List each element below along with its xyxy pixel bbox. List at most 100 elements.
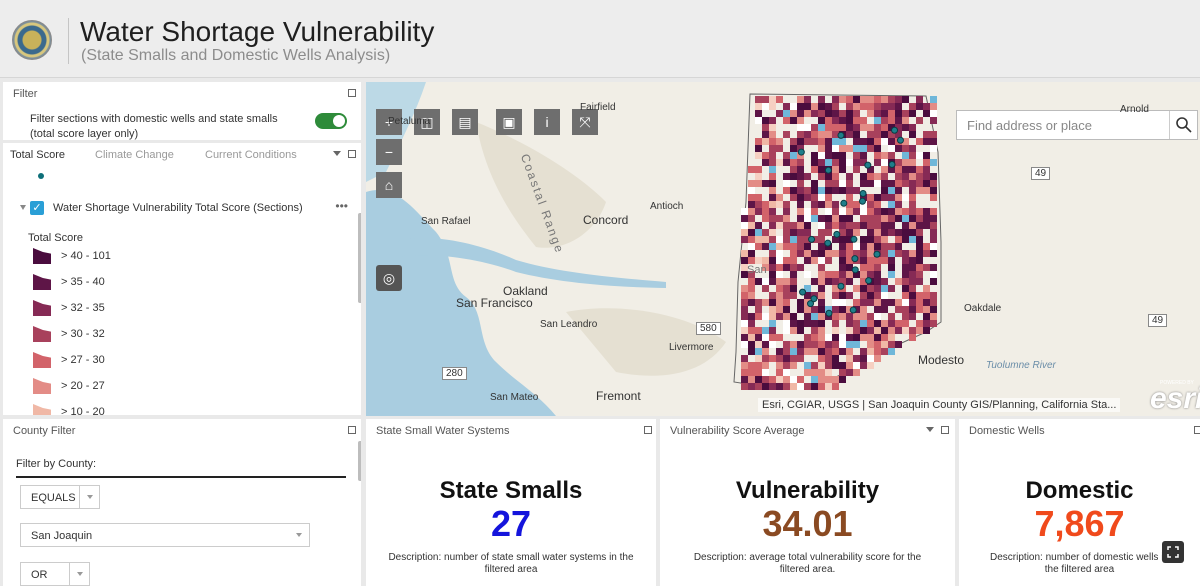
heat-cell xyxy=(909,103,916,110)
heat-cell xyxy=(790,194,797,201)
heat-cell xyxy=(790,243,797,250)
well-marker[interactable] xyxy=(896,136,904,144)
dropdown-toggle[interactable] xyxy=(69,563,89,585)
heat-cell xyxy=(839,96,846,103)
well-marker[interactable] xyxy=(824,239,832,247)
home-icon[interactable]: ⌂ xyxy=(376,172,402,198)
heat-cell xyxy=(895,341,902,348)
filter-toggle-switch[interactable] xyxy=(315,113,347,129)
heat-cell xyxy=(923,138,930,145)
heat-cell xyxy=(860,222,867,229)
heat-cell xyxy=(804,313,811,320)
heat-cell xyxy=(909,187,916,194)
locate-icon[interactable]: ◎ xyxy=(376,265,402,291)
heat-cell xyxy=(797,229,804,236)
well-marker[interactable] xyxy=(824,166,832,174)
tab-climate-change[interactable]: Climate Change xyxy=(95,149,174,161)
heat-cell xyxy=(748,222,755,229)
bookmark-icon[interactable]: ▣ xyxy=(496,109,522,135)
heat-cell xyxy=(769,103,776,110)
well-marker[interactable] xyxy=(865,277,873,285)
operator-select[interactable]: EQUALS xyxy=(20,485,100,509)
well-marker[interactable] xyxy=(873,250,881,258)
heat-cell xyxy=(832,103,839,110)
well-marker[interactable] xyxy=(859,189,867,197)
well-marker[interactable] xyxy=(850,235,858,243)
well-marker[interactable] xyxy=(864,161,872,169)
heat-cell xyxy=(930,278,937,285)
maximize-icon[interactable] xyxy=(348,426,356,434)
layer-list-item[interactable]: ✓ Water Shortage Vulnerability Total Sco… xyxy=(20,199,350,217)
search-input[interactable] xyxy=(957,111,1169,139)
heat-cell xyxy=(818,250,825,257)
well-marker[interactable] xyxy=(833,230,841,238)
zoom-out-icon[interactable]: − xyxy=(376,139,402,165)
heat-cell xyxy=(741,229,748,236)
heat-cell xyxy=(930,243,937,250)
heat-cell xyxy=(846,313,853,320)
well-marker[interactable] xyxy=(849,306,857,314)
tab-current-conditions[interactable]: Current Conditions xyxy=(205,149,297,161)
heat-cell xyxy=(867,285,874,292)
county-panel-title: County Filter xyxy=(13,425,76,437)
well-marker[interactable] xyxy=(840,199,848,207)
chevron-down-icon[interactable] xyxy=(333,151,341,156)
heat-cell xyxy=(853,369,860,376)
print-icon[interactable]: ▤ xyxy=(452,109,478,135)
county-select[interactable]: San Joaquin xyxy=(20,523,310,547)
maximize-icon[interactable] xyxy=(644,426,652,434)
heat-cell xyxy=(930,229,937,236)
dropdown-toggle[interactable] xyxy=(79,486,99,508)
info-icon[interactable]: i xyxy=(534,109,560,135)
heat-cell xyxy=(881,243,888,250)
chevron-down-icon[interactable] xyxy=(926,427,934,432)
well-marker[interactable] xyxy=(810,295,818,303)
well-marker[interactable] xyxy=(888,160,896,168)
heat-cell xyxy=(867,334,874,341)
heat-cell xyxy=(825,376,832,383)
maximize-icon[interactable] xyxy=(348,89,356,97)
maximize-icon[interactable] xyxy=(941,426,949,434)
heat-cell xyxy=(755,152,762,159)
maximize-icon[interactable] xyxy=(348,150,356,158)
heat-cell xyxy=(748,383,755,390)
fullscreen-button[interactable] xyxy=(1162,541,1184,563)
well-marker[interactable] xyxy=(837,282,845,290)
operator-select-2[interactable]: OR xyxy=(20,562,90,586)
heat-cell xyxy=(888,271,895,278)
map-view[interactable]: + − ⌂ ◎ ◫ ▤ ▣ i ⤧ Fairfield Petaluma Ant… xyxy=(366,82,1200,416)
heat-cell xyxy=(846,194,853,201)
well-marker[interactable] xyxy=(858,197,866,205)
heat-cell xyxy=(748,369,755,376)
heat-cell xyxy=(846,124,853,131)
well-marker[interactable] xyxy=(891,126,899,134)
well-marker[interactable] xyxy=(851,266,859,274)
heat-cell xyxy=(804,257,811,264)
more-options-icon[interactable]: ••• xyxy=(335,199,348,213)
well-marker[interactable] xyxy=(797,148,805,156)
heat-cell xyxy=(888,257,895,264)
heat-cell xyxy=(923,292,930,299)
heat-cell xyxy=(783,264,790,271)
tab-total-score[interactable]: Total Score xyxy=(10,149,65,161)
well-marker[interactable] xyxy=(837,131,845,139)
search-icon xyxy=(1176,117,1192,133)
heat-cell xyxy=(895,110,902,117)
place-label: Petaluma xyxy=(388,116,431,127)
layer-visibility-checkbox[interactable]: ✓ xyxy=(30,201,44,215)
legend-scrollbar[interactable] xyxy=(358,213,361,303)
well-marker[interactable] xyxy=(799,288,807,296)
county-scrollbar[interactable] xyxy=(358,441,361,481)
well-marker[interactable] xyxy=(825,309,833,317)
search-button[interactable] xyxy=(1169,111,1197,139)
well-marker[interactable] xyxy=(808,235,816,243)
well-marker[interactable] xyxy=(851,255,859,263)
heat-cell xyxy=(846,369,853,376)
search-widget[interactable] xyxy=(956,110,1198,140)
heat-cell xyxy=(741,376,748,383)
maximize-icon[interactable] xyxy=(1194,426,1200,434)
expand-caret-icon[interactable] xyxy=(20,205,26,210)
vulnerability-heat-grid xyxy=(741,96,937,390)
heat-cell xyxy=(783,222,790,229)
heat-cell xyxy=(797,208,804,215)
